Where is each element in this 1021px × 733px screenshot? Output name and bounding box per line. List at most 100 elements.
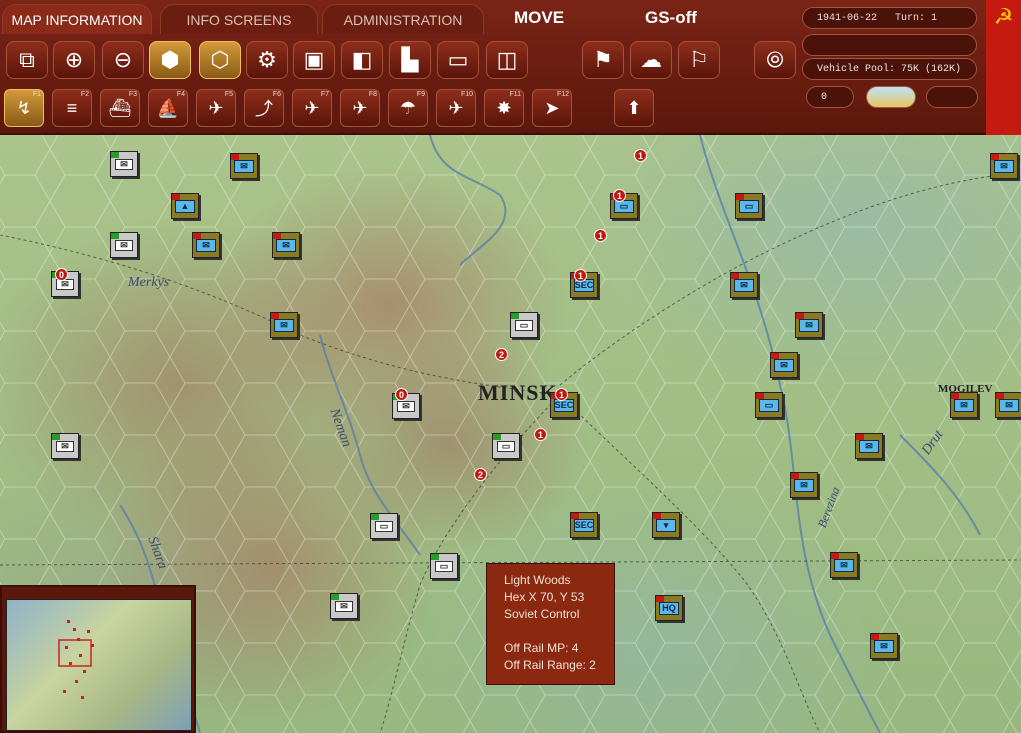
unit-flag-icon	[731, 273, 739, 279]
turn-info-panel: 1941-06-22 Turn: 1 Vehicle Pool: 75K (16…	[798, 0, 986, 135]
gear-icon[interactable]: ⚙	[246, 41, 288, 79]
turn-display: Turn: 1	[895, 12, 938, 24]
air-bomb-icon[interactable]: ✈ F7	[292, 89, 332, 127]
german-unit-counter[interactable]: ▭	[510, 312, 538, 338]
paradrop-icon[interactable]: ☂ F9	[388, 89, 428, 127]
unit-flag-icon	[871, 634, 879, 640]
upload-icon[interactable]: ⬆	[614, 89, 654, 127]
counter-display: 0	[806, 86, 854, 108]
movement-marker: 1	[574, 269, 587, 282]
soviet-unit-counter[interactable]: ✉	[230, 153, 258, 179]
soviet-unit-counter[interactable]: ✉	[192, 232, 220, 258]
air-recon-icon[interactable]: ✈ F5	[196, 89, 236, 127]
end-turn-icon[interactable]: ⦾	[754, 41, 796, 79]
hex-grid-icon[interactable]: ⬢	[149, 41, 191, 79]
hotkey-label: F1	[32, 91, 41, 98]
unit-symbol-icon: ✉	[234, 159, 254, 173]
soviet-unit-counter[interactable]: SEC	[570, 512, 598, 538]
rail-icon[interactable]: ≡ F2	[52, 89, 92, 127]
unit-flag-icon	[511, 313, 519, 319]
tab-administration[interactable]: ADMINISTRATION	[322, 4, 484, 34]
unit-symbol-icon: ✉	[335, 600, 353, 612]
naval-icon[interactable]: ⛴ F3	[100, 89, 140, 127]
unit-symbol-icon: ▭	[497, 440, 515, 452]
advance-icon[interactable]: ➤ F12	[532, 89, 572, 127]
unit-flag-icon	[271, 313, 279, 319]
hotkey-label: F3	[128, 91, 137, 98]
soviet-unit-counter[interactable]: ✉	[950, 392, 978, 418]
soviet-unit-counter[interactable]: ✉	[870, 633, 898, 659]
phase-label: MOVE	[514, 8, 565, 27]
soviet-unit-counter[interactable]: ✉	[730, 272, 758, 298]
stack-icon[interactable]: ◧	[341, 41, 383, 79]
soviet-unit-counter[interactable]: ▾	[652, 512, 680, 538]
hotkey-label: F11	[509, 91, 521, 98]
unit-symbol-icon: ✉	[999, 398, 1019, 412]
soviet-unit-counter[interactable]: ✉	[790, 472, 818, 498]
unit-symbol-icon: ✉	[397, 400, 415, 412]
air-attack-city-icon[interactable]: ✈ F8	[340, 89, 380, 127]
move-icon[interactable]: ↯ F1	[4, 89, 44, 127]
hotkey-label: F5	[224, 91, 233, 98]
soviet-unit-counter[interactable]: ✉	[995, 392, 1021, 418]
minimap[interactable]	[0, 585, 196, 733]
weather-icon[interactable]: ☁	[630, 41, 672, 79]
soviet-unit-counter[interactable]: ✉	[270, 312, 298, 338]
german-unit-counter[interactable]: ▭	[430, 553, 458, 579]
soviet-unit-counter[interactable]: HQ	[655, 595, 683, 621]
unit-symbol-icon: ✉	[994, 159, 1014, 173]
tooltip-terrain: Light Woods	[504, 573, 571, 587]
soviet-unit-counter[interactable]: ▭	[735, 193, 763, 219]
unit-symbol-icon: ▲	[175, 199, 195, 213]
german-unit-counter[interactable]: ✉	[330, 593, 358, 619]
unit-flag-icon	[172, 194, 180, 200]
soviet-unit-counter[interactable]: ▲	[171, 193, 199, 219]
german-unit-counter[interactable]: ✉	[51, 433, 79, 459]
windows-icon[interactable]: ⧉	[6, 41, 48, 79]
soviet-unit-counter[interactable]: ▭	[755, 392, 783, 418]
explosion-icon[interactable]: ✸ F11	[484, 89, 524, 127]
german-unit-counter[interactable]: ✉	[110, 151, 138, 177]
flag-arrow-icon[interactable]: ⚑	[582, 41, 624, 79]
movement-marker: 1	[534, 428, 547, 441]
status-line	[802, 34, 977, 56]
tab-info-screens[interactable]: INFO SCREENS	[160, 4, 318, 34]
unit-symbol-icon: ✉	[834, 558, 854, 572]
unit-flag-icon	[653, 513, 661, 519]
unit-flag-icon	[431, 554, 439, 560]
unit-flag-icon	[493, 434, 501, 440]
unit-flag-icon	[193, 233, 201, 239]
air-transfer-icon[interactable]: ⤴ F6	[244, 89, 284, 127]
hex-tooltip: Light Woods Hex X 70, Y 53 Soviet Contro…	[486, 563, 615, 685]
german-unit-counter[interactable]: ✉	[110, 232, 138, 258]
soviet-unit-counter[interactable]: ✉	[990, 153, 1018, 179]
soviet-unit-counter[interactable]: ✉	[830, 552, 858, 578]
unit-flag-icon	[52, 434, 60, 440]
soviet-unit-counter[interactable]: ✉	[795, 312, 823, 338]
weather-indicator[interactable]	[866, 86, 916, 108]
flag-outline-icon[interactable]: ⚐	[678, 41, 720, 79]
hex-outline-icon[interactable]: ⬡	[199, 41, 241, 79]
factory-icon[interactable]: ▙	[389, 41, 431, 79]
air-strike-icon[interactable]: ✈ F10	[436, 89, 476, 127]
supply-icon[interactable]: ◫	[486, 41, 528, 79]
unit-display-icon[interactable]: ▣	[293, 41, 335, 79]
zoc-marker: 0	[55, 268, 68, 281]
soviet-unit-counter[interactable]: ✉	[855, 433, 883, 459]
unit-flag-icon	[656, 596, 664, 602]
zoom-out-icon[interactable]: ⊖	[102, 41, 144, 79]
soviet-unit-counter[interactable]: ✉	[770, 352, 798, 378]
naval-transport-icon[interactable]: ⛵ F4	[148, 89, 188, 127]
soviet-unit-counter[interactable]: ✉	[272, 232, 300, 258]
unit-symbol-icon: ✉	[276, 238, 296, 252]
unit-flag-icon	[331, 594, 339, 600]
german-unit-counter[interactable]: ▭	[370, 513, 398, 539]
unit-symbol-icon: ✉	[115, 239, 133, 251]
unit-symbol-icon: SEC	[574, 518, 594, 532]
rectangle-icon[interactable]: ▭	[437, 41, 479, 79]
unit-symbol-icon: ✉	[774, 358, 794, 372]
unit-symbol-icon: ✉	[859, 439, 879, 453]
zoom-in-icon[interactable]: ⊕	[53, 41, 95, 79]
german-unit-counter[interactable]: ▭	[492, 433, 520, 459]
tab-map-information[interactable]: MAP INFORMATION	[2, 4, 152, 34]
